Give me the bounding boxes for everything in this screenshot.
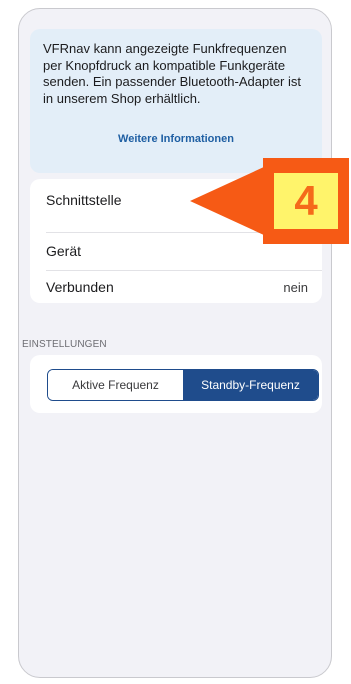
frequency-settings-card: Aktive Frequenz Standby-Frequenz <box>30 355 322 413</box>
frequency-segmented-control: Aktive Frequenz Standby-Frequenz <box>47 369 319 401</box>
info-banner: VFRnav kann angezeigte Funkfrequenzen pe… <box>30 29 322 173</box>
step-callout: 4 <box>188 158 350 244</box>
interface-label: Schnittstelle <box>46 191 122 208</box>
step-number: 4 <box>274 173 338 229</box>
device-label: Gerät <box>46 243 82 259</box>
settings-screen: VFRnav kann angezeigte Funkfrequenzen pe… <box>18 8 332 678</box>
info-text: VFRnav kann angezeigte Funkfrequenzen pe… <box>43 41 302 106</box>
segment-active-frequency[interactable]: Aktive Frequenz <box>48 370 183 400</box>
segment-standby-frequency[interactable]: Standby-Frequenz <box>183 370 318 400</box>
connected-value: nein <box>283 279 308 295</box>
settings-section-header: EINSTELLUNGEN <box>22 339 107 350</box>
connected-label: Verbunden <box>46 279 114 295</box>
step-badge: 4 <box>263 158 349 244</box>
more-information-link[interactable]: Weitere Informationen <box>30 133 322 145</box>
connected-row: Verbunden nein <box>30 271 322 303</box>
